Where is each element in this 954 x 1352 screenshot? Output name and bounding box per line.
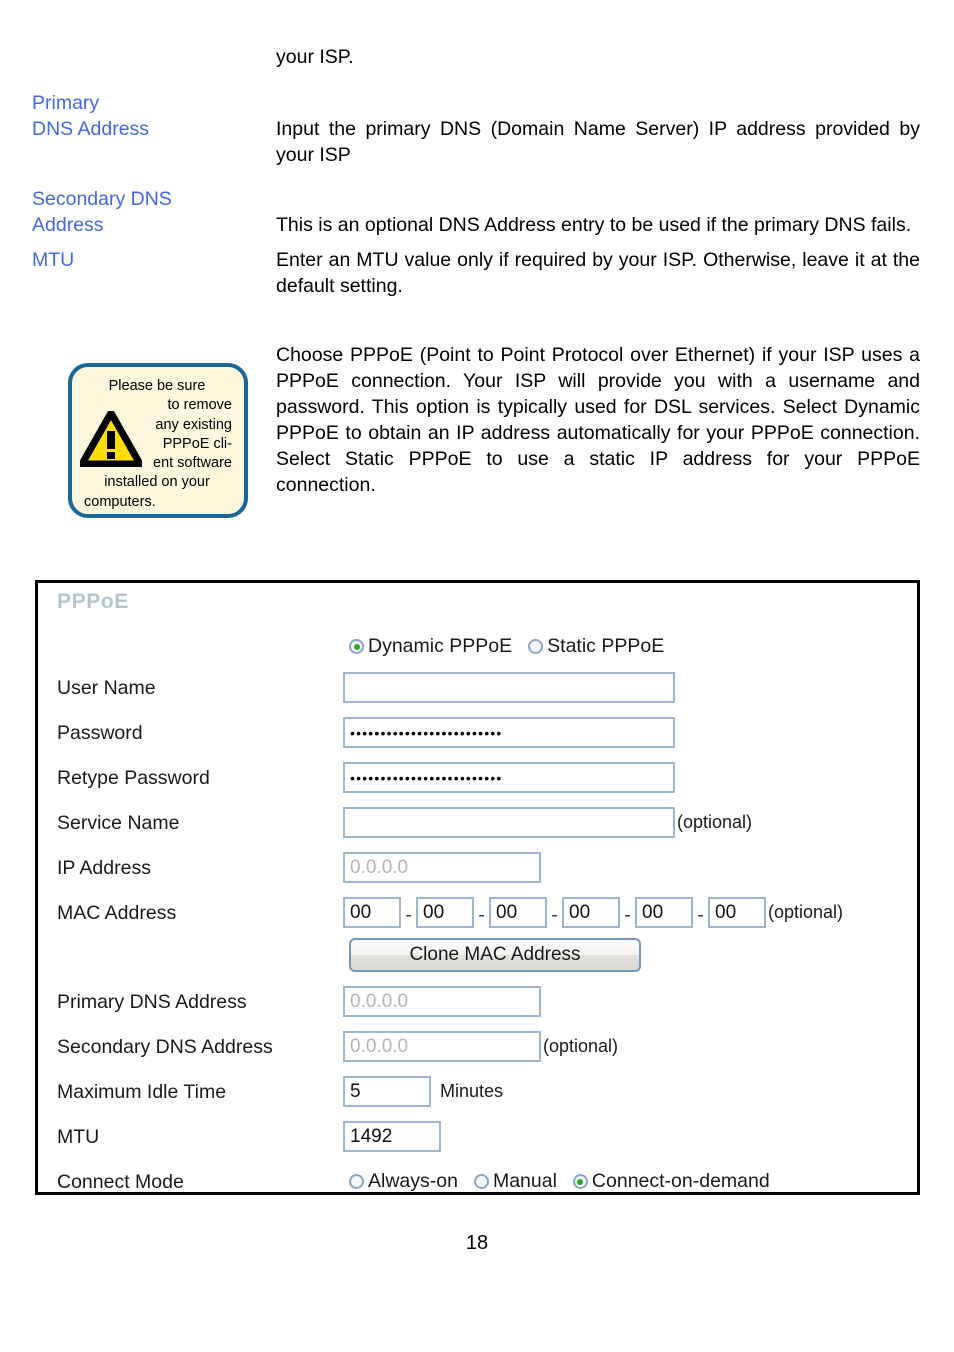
radio-option-dynamic-pppoe[interactable]: Dynamic PPPoE	[349, 635, 512, 658]
form-row-primary-dns-address: Primary DNS Address 0.0.0.0	[57, 986, 907, 1017]
radio-option-manual[interactable]: Manual	[473, 1170, 557, 1193]
warning-line-2: to remove	[167, 397, 232, 414]
term-mtu: MTU	[32, 247, 276, 273]
user-name-input[interactable]	[343, 672, 675, 703]
warning-line-6: installed on your	[104, 474, 210, 491]
ip-address-input[interactable]: 0.0.0.0	[343, 852, 541, 883]
radio-label-connect-on-demand: Connect-on-demand	[591, 1170, 770, 1192]
description-mtu: Enter an MTU value only if required by y…	[276, 249, 920, 297]
form-row-secondary-dns-address: Secondary DNS Address 0.0.0.0 (optional)	[57, 1031, 907, 1062]
form-row-retype-password: Retype Password ••••••••••••••••••••••••…	[57, 762, 907, 793]
mac-octet-4[interactable]: 00	[562, 897, 620, 928]
label-mtu: MTU	[57, 1125, 100, 1148]
radio-option-connect-on-demand[interactable]: Connect-on-demand	[572, 1170, 770, 1193]
form-row-password: Password •••••••••••••••••••••••••	[57, 717, 907, 748]
radio-connect-on-demand[interactable]	[572, 1174, 588, 1189]
warning-line-4: PPPoE cli-	[162, 435, 232, 452]
mac-octet-5[interactable]: 00	[635, 897, 693, 928]
form-row-ip-address: IP Address 0.0.0.0	[57, 852, 907, 883]
form-row-maximum-idle-time: Maximum Idle Time 5 Minutes	[57, 1076, 907, 1107]
label-secondary-dns-address: Secondary DNS Address	[57, 1035, 273, 1058]
label-user-name: User Name	[57, 676, 156, 699]
secondary-dns-optional-note: (optional)	[543, 1036, 619, 1056]
mac-octet-3[interactable]: 00	[489, 897, 547, 928]
warning-line-1: Please be sure	[108, 378, 206, 394]
term-line-1: MTU	[32, 249, 75, 271]
mac-separator-1: -	[405, 904, 412, 926]
radio-manual[interactable]	[473, 1174, 489, 1189]
form-row-mac-address: MAC Address 00 - 00 - 00 - 00 - 00 - 00 …	[57, 897, 907, 928]
pppoe-description-paragraph: Choose PPPoE (Point to Point Protocol ov…	[276, 344, 920, 496]
form-row-user-name: User Name	[57, 672, 907, 703]
mac-octet-2[interactable]: 00	[416, 897, 474, 928]
label-mac-address: MAC Address	[57, 901, 177, 924]
radio-dynamic-pppoe[interactable]	[349, 639, 364, 654]
warning-callout-text: Please be sure to remove any existing PP…	[72, 367, 244, 514]
mac-separator-4: -	[624, 904, 631, 926]
secondary-dns-address-input[interactable]: 0.0.0.0	[343, 1031, 541, 1062]
intro-row: your ISP.	[0, 44, 954, 70]
radio-always-on[interactable]	[349, 1174, 364, 1189]
mac-octet-1[interactable]: 00	[343, 897, 401, 928]
warning-callout: Please be sure to remove any existing PP…	[68, 363, 248, 518]
primary-dns-address-input[interactable]: 0.0.0.0	[343, 986, 541, 1017]
pppoe-form: Dynamic PPPoE Static PPPoE User Name Pas…	[57, 631, 907, 1211]
label-primary-dns-address: Primary DNS Address	[57, 990, 247, 1013]
form-row-connection-type: Dynamic PPPoE Static PPPoE	[57, 631, 907, 662]
label-ip-address: IP Address	[57, 856, 151, 879]
warning-callout-box: Please be sure to remove any existing PP…	[68, 363, 248, 518]
retype-password-input[interactable]: •••••••••••••••••••••••••	[343, 762, 675, 793]
term-line-1: Secondary DNS	[32, 188, 172, 210]
term-primary-dns-address: Primary DNS Address	[32, 90, 276, 142]
radio-option-static-pppoe[interactable]: Static PPPoE	[528, 635, 664, 658]
radio-label-dynamic-pppoe: Dynamic PPPoE	[368, 635, 513, 657]
mac-octet-6[interactable]: 00	[708, 897, 766, 928]
radio-label-always-on: Always-on	[368, 1170, 458, 1192]
form-row-mtu: MTU 1492	[57, 1121, 907, 1152]
mac-separator-2: -	[478, 904, 485, 926]
term-secondary-dns-address: Secondary DNS Address	[32, 186, 276, 238]
description-primary-dns-address: Input the primary DNS (Domain Name Serve…	[276, 118, 920, 166]
label-retype-password: Retype Password	[57, 766, 210, 789]
password-input[interactable]: •••••••••••••••••••••••••	[343, 717, 675, 748]
form-row-clone-mac: Clone MAC Address	[57, 938, 907, 972]
radio-label-static-pppoe: Static PPPoE	[547, 635, 665, 657]
service-name-input[interactable]	[343, 807, 675, 838]
label-maximum-idle-time: Maximum Idle Time	[57, 1080, 227, 1103]
maximum-idle-time-unit: Minutes	[440, 1081, 504, 1101]
label-service-name: Service Name	[57, 811, 180, 834]
term-line-2: Address	[32, 214, 104, 236]
panel-title: PPPoE	[57, 590, 129, 613]
warning-line-3: any existing	[155, 416, 232, 433]
radio-option-always-on[interactable]: Always-on	[349, 1170, 458, 1193]
page-number: 18	[465, 1232, 489, 1254]
mac-address-optional-note: (optional)	[768, 902, 844, 922]
term-line-2: DNS Address	[32, 118, 150, 140]
definition-row-primary-dns: Primary DNS Address Input the primary DN…	[0, 90, 954, 168]
description-secondary-dns-address: This is an optional DNS Address entry to…	[276, 214, 912, 236]
intro-continuation-text: your ISP.	[276, 46, 354, 68]
pppoe-configuration-panel: PPPoE Dynamic PPPoE Static PPPoE User Na…	[35, 580, 920, 1195]
radio-label-manual: Manual	[492, 1170, 557, 1192]
warning-line-5: ent software	[153, 455, 232, 472]
definition-row-secondary-dns: Secondary DNS Address This is an optiona…	[0, 186, 954, 238]
mac-separator-3: -	[551, 904, 558, 926]
connect-mode-radio-group[interactable]: Always-on Manual Connect-on-demand	[349, 1170, 770, 1193]
definition-row-mtu: MTU Enter an MTU value only if required …	[0, 247, 954, 299]
label-connect-mode: Connect Mode	[57, 1170, 184, 1193]
form-row-service-name: Service Name (optional)	[57, 807, 907, 838]
form-row-connect-mode: Connect Mode Always-on Manual Connect-on…	[57, 1166, 907, 1197]
mac-separator-5: -	[697, 904, 704, 926]
maximum-idle-time-input[interactable]: 5	[343, 1076, 431, 1107]
clone-mac-address-button[interactable]: Clone MAC Address	[349, 938, 641, 972]
term-line-1: Primary	[32, 92, 100, 114]
radio-static-pppoe[interactable]	[528, 639, 544, 654]
service-name-optional-note: (optional)	[677, 812, 753, 832]
connection-type-radio-group[interactable]: Dynamic PPPoE Static PPPoE	[349, 635, 664, 658]
label-password: Password	[57, 721, 143, 744]
mtu-input[interactable]: 1492	[343, 1121, 441, 1152]
warning-line-7: computers.	[84, 493, 156, 510]
